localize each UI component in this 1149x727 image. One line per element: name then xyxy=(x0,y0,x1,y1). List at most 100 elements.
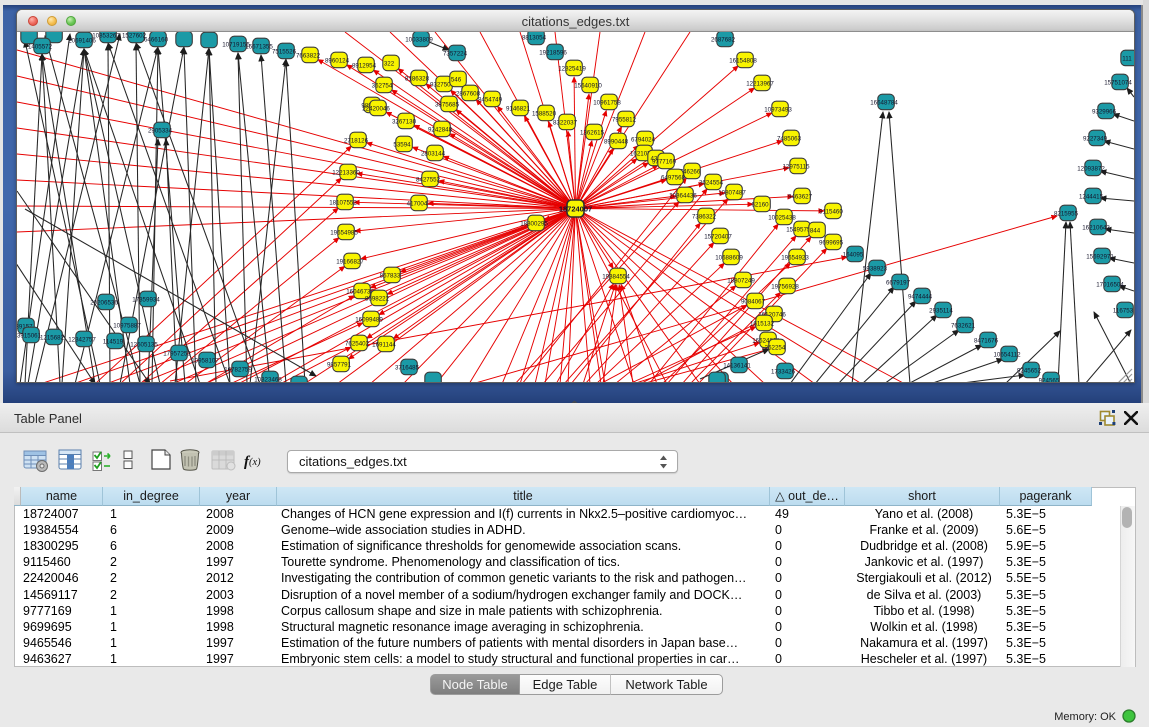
svg-text:16046738: 16046738 xyxy=(346,289,374,296)
svg-text:3875685: 3875685 xyxy=(435,102,460,109)
svg-text:924565: 924565 xyxy=(1039,378,1060,384)
svg-text:18300295: 18300295 xyxy=(520,221,548,228)
svg-text:19166827: 19166827 xyxy=(336,259,364,266)
svg-text:14136141: 14136141 xyxy=(723,363,751,370)
svg-text:2867608: 2867608 xyxy=(456,91,481,98)
svg-text:6466160: 6466160 xyxy=(144,37,169,44)
svg-text:10961758: 10961758 xyxy=(593,100,621,107)
svg-text:10323468: 10323468 xyxy=(254,377,282,384)
svg-text:15640910: 15640910 xyxy=(574,83,602,90)
svg-text:164095: 164095 xyxy=(843,252,864,259)
svg-text:8960124: 8960124 xyxy=(325,58,350,65)
svg-text:6794024: 6794024 xyxy=(631,137,656,144)
svg-text:15692971: 15692971 xyxy=(1086,254,1114,261)
svg-text:8322037: 8322037 xyxy=(553,120,578,127)
svg-text:9227349: 9227349 xyxy=(1083,136,1108,143)
svg-text:1405572: 1405572 xyxy=(28,44,53,51)
svg-text:10975887: 10975887 xyxy=(113,323,141,330)
svg-text:111: 111 xyxy=(1122,56,1132,63)
svg-text:15751074: 15751074 xyxy=(1104,80,1132,87)
svg-text:5938923: 5938923 xyxy=(863,266,888,273)
svg-text:546: 546 xyxy=(451,77,462,84)
svg-text:1527602: 1527602 xyxy=(122,33,147,40)
svg-text:8471676: 8471676 xyxy=(974,338,999,345)
svg-text:18107552: 18107552 xyxy=(329,200,357,207)
svg-text:19384554: 19384554 xyxy=(602,274,630,281)
svg-text:16782759: 16782759 xyxy=(224,367,252,374)
svg-text:362754: 362754 xyxy=(372,83,393,90)
svg-text:10807487: 10807487 xyxy=(718,190,746,197)
svg-text:1244415: 1244415 xyxy=(1079,194,1104,201)
svg-text:16648784: 16648784 xyxy=(870,100,898,107)
svg-text:8990448: 8990448 xyxy=(604,139,629,146)
svg-text:53594: 53594 xyxy=(393,142,411,149)
svg-text:9084067: 9084067 xyxy=(741,299,766,306)
svg-text:1691144: 1691144 xyxy=(372,342,396,349)
svg-text:12093872: 12093872 xyxy=(1077,166,1105,173)
svg-text:10973493: 10973493 xyxy=(764,107,792,114)
svg-text:9146821: 9146821 xyxy=(506,106,531,113)
svg-text:17016504: 17016504 xyxy=(1096,282,1124,289)
svg-text:7955812: 7955812 xyxy=(612,117,637,124)
svg-text:16210643: 16210643 xyxy=(1082,225,1110,232)
svg-text:16099489: 16099489 xyxy=(355,317,383,324)
svg-text:2687682: 2687682 xyxy=(711,37,736,44)
svg-text:1733426: 1733426 xyxy=(771,369,796,376)
svg-text:19756928: 19756928 xyxy=(771,284,799,291)
svg-text:1362615: 1362615 xyxy=(580,130,605,137)
svg-text:7357224: 7357224 xyxy=(443,51,468,58)
svg-text:18807249: 18807249 xyxy=(727,278,755,285)
svg-text:3915061: 3915061 xyxy=(17,333,42,340)
svg-text:2935114: 2935114 xyxy=(929,308,953,315)
svg-text:2905334: 2905334 xyxy=(148,128,173,135)
svg-text:9115460: 9115460 xyxy=(819,209,843,216)
svg-text:10025438: 10025438 xyxy=(768,215,796,222)
svg-text:844: 844 xyxy=(810,228,821,235)
svg-text:1588520: 1588520 xyxy=(532,111,557,118)
svg-text:7515526: 7515526 xyxy=(272,49,297,56)
svg-text:10654112: 10654112 xyxy=(993,352,1021,359)
svg-text:9245652: 9245652 xyxy=(1017,368,1042,375)
svg-text:8454749: 8454749 xyxy=(478,97,503,104)
svg-text:19654985: 19654985 xyxy=(330,230,358,237)
svg-text:12213360: 12213360 xyxy=(332,170,360,177)
svg-text:22420046: 22420046 xyxy=(362,106,390,113)
svg-text:9857791: 9857791 xyxy=(327,362,352,369)
svg-text:8215955: 8215955 xyxy=(1054,211,1079,218)
svg-text:6497568: 6497568 xyxy=(661,175,686,182)
svg-text:7386322: 7386322 xyxy=(692,214,717,221)
svg-text:12505135: 12505135 xyxy=(130,342,158,349)
svg-text:8698222: 8698222 xyxy=(365,296,390,303)
svg-text:17359934: 17359934 xyxy=(132,297,160,304)
svg-text:7663822: 7663822 xyxy=(296,53,321,60)
svg-text:12975115: 12975115 xyxy=(782,164,810,171)
svg-text:10853267: 10853267 xyxy=(92,33,120,40)
svg-text:3716485: 3716485 xyxy=(395,365,420,372)
svg-text:10688609: 10688609 xyxy=(715,255,743,262)
svg-text:8813054: 8813054 xyxy=(522,35,547,42)
svg-text:9474444: 9474444 xyxy=(908,294,933,301)
svg-text:62160: 62160 xyxy=(751,202,769,209)
svg-text:9777169: 9777169 xyxy=(652,159,677,166)
svg-text:7625402: 7625402 xyxy=(345,341,370,348)
svg-text:2803144: 2803144 xyxy=(421,151,446,158)
svg-text:3624554: 3624554 xyxy=(699,180,724,187)
svg-text:7632621: 7632621 xyxy=(951,323,976,330)
svg-text:417004: 417004 xyxy=(407,201,428,208)
svg-text:9699695: 9699695 xyxy=(819,240,844,247)
svg-text:322: 322 xyxy=(384,61,395,68)
svg-text:9242848: 9242848 xyxy=(428,127,453,134)
svg-text:15720407: 15720407 xyxy=(704,234,732,241)
svg-text:20206536: 20206536 xyxy=(90,300,118,307)
svg-text:8427552: 8427552 xyxy=(416,177,441,184)
svg-text:20364436: 20364436 xyxy=(669,193,697,200)
svg-text:114519: 114519 xyxy=(103,339,124,346)
svg-text:18724007: 18724007 xyxy=(559,205,592,214)
svg-text:116753: 116753 xyxy=(1113,308,1134,315)
svg-text:17957253: 17957253 xyxy=(163,351,191,358)
svg-text:19218596: 19218596 xyxy=(539,50,567,57)
svg-text:(x): (x) xyxy=(249,457,261,468)
svg-text:252254: 252254 xyxy=(765,345,786,352)
svg-text:8186328: 8186328 xyxy=(405,76,430,83)
svg-text:12325419: 12325419 xyxy=(558,66,586,73)
